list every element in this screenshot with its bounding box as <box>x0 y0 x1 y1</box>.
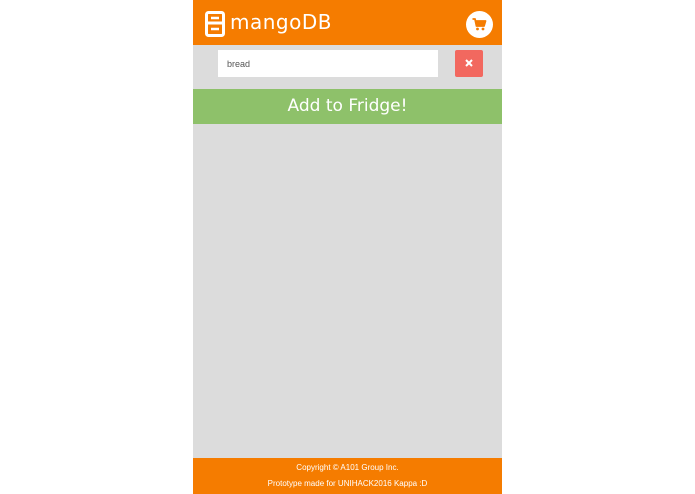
footer-copyright: Copyright © A101 Group Inc. <box>296 463 399 472</box>
cart-button[interactable] <box>466 11 493 38</box>
footer: Copyright © A101 Group Inc. Prototype ma… <box>193 458 502 494</box>
app-frame: mangoDB Add to Fridge! <box>193 0 502 494</box>
search-row <box>193 45 502 89</box>
search-input[interactable] <box>218 50 438 77</box>
add-to-fridge-button[interactable]: Add to Fridge! <box>193 89 502 124</box>
header-bar: mangoDB <box>193 0 502 45</box>
footer-note: Prototype made for UNIHACK2016 Kappa :D <box>267 479 428 488</box>
fridge-icon <box>205 11 225 37</box>
results-area <box>193 124 502 458</box>
clear-button[interactable] <box>455 50 483 77</box>
app-title: mangoDB <box>230 10 332 34</box>
